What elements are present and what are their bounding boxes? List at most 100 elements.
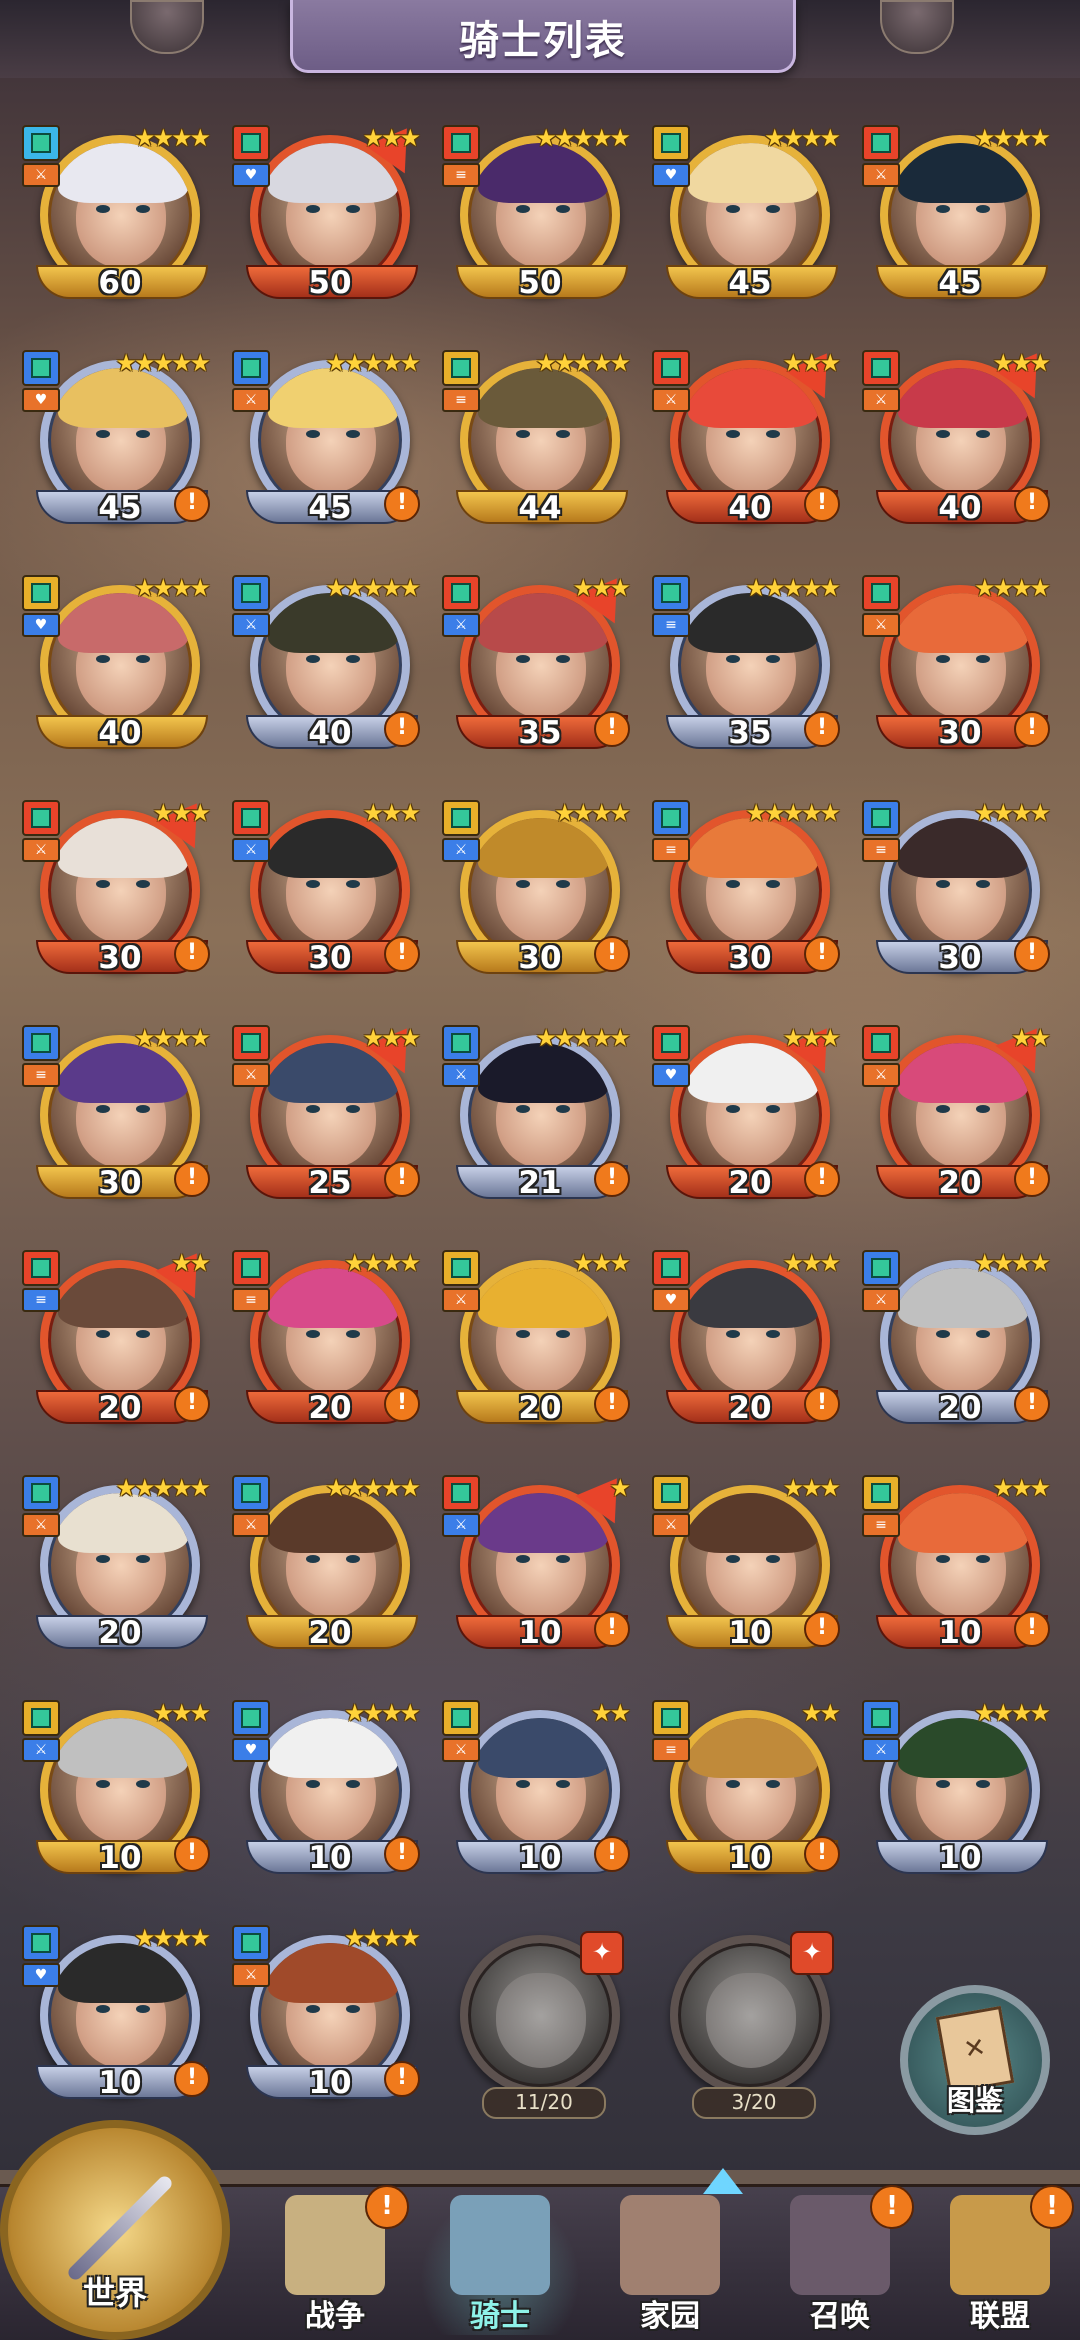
portrait-eye: [516, 1330, 530, 1338]
nav-train-button[interactable]: 召唤!: [760, 2185, 920, 2335]
locked-knight-card[interactable]: ✦ 11/20: [442, 1925, 632, 2119]
role-icon: ≡: [442, 388, 480, 412]
knight-card[interactable]: 60 ★★★★ ⚔: [22, 125, 212, 310]
formation-cell: [31, 583, 51, 603]
home-icon: [620, 2195, 720, 2295]
portrait-eye: [96, 1780, 110, 1788]
star-rating: ★★: [590, 1699, 631, 1727]
portrait-eye: [936, 1555, 950, 1563]
knight-card[interactable]: 35 ★★★ ⚔!: [442, 564, 637, 760]
portrait-hair: [478, 143, 608, 203]
knight-card[interactable]: 20 ★★ ≡!: [22, 1239, 217, 1435]
alert-badge-icon: !: [384, 936, 420, 972]
role-icon: ⚔: [652, 388, 690, 412]
knight-card[interactable]: 20 ★★★★ ⚔!: [862, 1250, 1052, 1435]
knight-card[interactable]: 45 ★★★★★ ♥!: [22, 350, 212, 535]
nav-home-button[interactable]: 家园: [590, 2195, 750, 2335]
star-rating: ★★★★: [133, 124, 211, 152]
knight-level: 45: [938, 265, 982, 301]
knight-card[interactable]: 20 ★★★ ♥!: [652, 1014, 847, 1210]
knight-card[interactable]: 10 ★★★★ ⚔: [862, 1700, 1052, 1885]
alert-badge-icon: !: [1014, 486, 1050, 522]
knight-card[interactable]: 30 ★★★★ ≡!: [862, 800, 1052, 985]
knight-card[interactable]: 35 ★★★★★ ≡!: [652, 575, 842, 760]
knight-card[interactable]: 30 ★★★★ ⚔!: [862, 575, 1052, 760]
portrait-eye: [346, 880, 360, 888]
portrait-eye: [726, 1330, 740, 1338]
knight-card[interactable]: 40 ★★★ ⚔!: [652, 339, 847, 535]
portrait-eye: [516, 880, 530, 888]
portrait-eye: [936, 1105, 950, 1113]
star-rating: ★★★★: [343, 1699, 421, 1727]
knight-card[interactable]: 30 ★★★★★ ≡!: [652, 800, 842, 985]
formation-cell: [451, 808, 471, 828]
formation-cell: [661, 1258, 681, 1278]
codex-button[interactable]: ✕ 图鉴: [900, 1985, 1050, 2135]
formation-icon: [862, 1025, 900, 1061]
nav-alliance-chest-button[interactable]: 联盟!: [920, 2185, 1080, 2335]
knight-card[interactable]: 10 ★★★ ⚔!: [652, 1475, 842, 1660]
knight-card[interactable]: 45 ★★★★ ♥: [652, 125, 842, 310]
knight-card[interactable]: 40 ★★★★ ♥: [22, 575, 212, 760]
knight-card[interactable]: 10 ★★ ≡!: [652, 1700, 842, 1885]
portrait-eye: [346, 1555, 360, 1563]
nav-knight-button[interactable]: 骑士: [420, 2195, 580, 2335]
knight-card[interactable]: 20 ★★★★ ≡!: [232, 1250, 422, 1435]
knight-card[interactable]: 44 ★★★★★ ≡: [442, 350, 632, 535]
formation-icon: [442, 350, 480, 386]
role-icon: ≡: [862, 1513, 900, 1537]
knight-card[interactable]: 40 ★★★★★ ⚔!: [232, 575, 422, 760]
knight-card[interactable]: 30 ★★★ ⚔!: [22, 789, 217, 985]
locked-knight-card[interactable]: ✦ 3/20: [652, 1925, 842, 2119]
knight-card[interactable]: 10 ★ ⚔!: [442, 1464, 637, 1660]
knight-card[interactable]: 10 ★★ ⚔!: [442, 1700, 632, 1885]
knight-card[interactable]: 10 ★★★★ ♥!: [22, 1925, 212, 2110]
portrait-eye: [346, 655, 360, 663]
portrait-hair: [58, 1943, 188, 2003]
knight-card[interactable]: 10 ★★★ ⚔!: [22, 1700, 212, 1885]
nav-label: 召唤: [810, 2299, 870, 2334]
star-rating: ★★★★★: [535, 124, 631, 152]
role-icon: ≡: [232, 1288, 270, 1312]
knight-card[interactable]: 30 ★★★ ⚔!: [232, 800, 422, 985]
knight-card[interactable]: 50 ★★★ ♥: [232, 114, 427, 310]
portrait-eye: [136, 1780, 150, 1788]
portrait-eye: [766, 655, 780, 663]
knight-card[interactable]: 10 ★★★ ≡!: [862, 1475, 1052, 1660]
knight-card[interactable]: 50 ★★★★★ ≡: [442, 125, 632, 310]
alert-badge-icon: !: [804, 711, 840, 747]
knight-level: 10: [938, 1840, 982, 1876]
formation-icon: [652, 575, 690, 611]
portrait-eye: [516, 655, 530, 663]
star-rating: ★★★★★: [115, 1474, 211, 1502]
knight-card[interactable]: 25 ★★★ ⚔!: [232, 1014, 427, 1210]
alert-badge-icon: !: [594, 1836, 630, 1872]
knight-card[interactable]: 20 ★★★ ⚔!: [442, 1250, 632, 1435]
portrait-eye: [936, 430, 950, 438]
world-button[interactable]: 世界: [0, 2120, 230, 2340]
nav-war-map-button[interactable]: 战争!: [255, 2185, 415, 2335]
star-rating: ★★★★: [133, 1924, 211, 1952]
role-icon: ⚔: [442, 838, 480, 862]
knight-card[interactable]: 30 ★★★★ ⚔!: [442, 800, 632, 985]
portrait-eye: [516, 430, 530, 438]
knight-card[interactable]: 45 ★★★★★ ⚔!: [232, 350, 422, 535]
formation-icon: [232, 1475, 270, 1511]
knight-card[interactable]: 20 ★★ ⚔!: [862, 1014, 1057, 1210]
alert-badge-icon: !: [804, 1836, 840, 1872]
alert-badge-icon: !: [174, 936, 210, 972]
knight-card[interactable]: 21 ★★★★★ ⚔!: [442, 1025, 632, 1210]
knight-card[interactable]: 20 ★★★★★ ⚔: [22, 1475, 212, 1660]
knight-card[interactable]: 45 ★★★★ ⚔: [862, 125, 1052, 310]
formation-cell: [451, 133, 471, 153]
portrait-eye: [306, 430, 320, 438]
star-rating: ★★★: [782, 1024, 841, 1052]
knight-card[interactable]: 20 ★★★ ♥!: [652, 1250, 842, 1435]
knight-card[interactable]: 30 ★★★★ ≡!: [22, 1025, 212, 1210]
knight-card[interactable]: 10 ★★★★ ♥!: [232, 1700, 422, 1885]
star-rating: ★★★★★: [325, 349, 421, 377]
knight-card[interactable]: 10 ★★★★ ⚔!: [232, 1925, 422, 2110]
knight-card[interactable]: 40 ★★★ ⚔!: [862, 339, 1057, 535]
star-rating: ★★★: [782, 1249, 841, 1277]
knight-card[interactable]: 20 ★★★★★ ⚔: [232, 1475, 422, 1660]
